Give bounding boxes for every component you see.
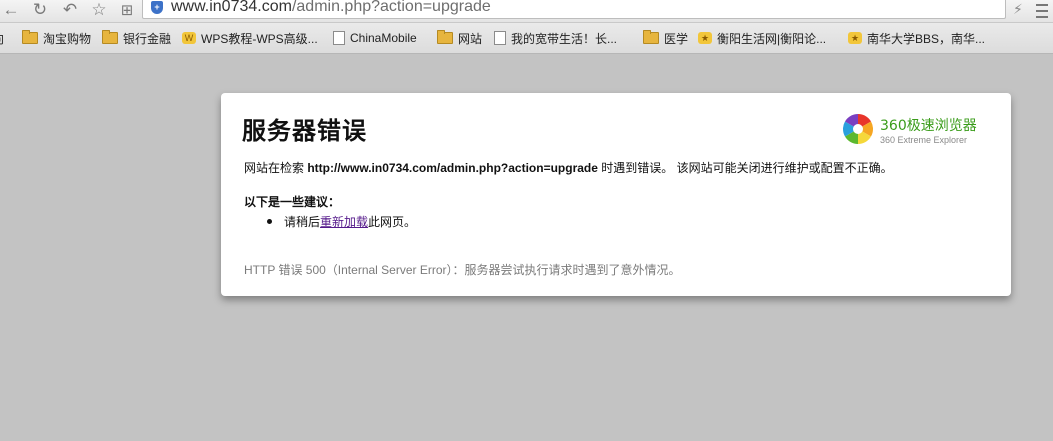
folder-icon (102, 30, 118, 44)
suggestion-item: 请稍后 重新加载 此网页。 (267, 213, 416, 230)
star-icon[interactable]: ☆ (88, 0, 110, 20)
bullet-icon (267, 219, 272, 224)
forum-favicon-icon: ★ (848, 32, 862, 44)
page-icon (494, 31, 506, 45)
suggestions-heading: 以下是一些建议： (244, 195, 341, 209)
bookmark-item[interactable]: 银行金融 (102, 23, 171, 53)
bookmark-label: 我的宽带生活！长... (511, 31, 618, 46)
folder-icon (437, 30, 453, 44)
bookmark-label: ChinaMobile (350, 31, 417, 45)
bookmark-label: WPS教程-WPS高级... (201, 31, 318, 46)
undo-icon[interactable]: ↶ (60, 0, 80, 20)
address-path: /admin.php?action=upgrade (291, 0, 491, 15)
brand-name: 360极速浏览器 (880, 118, 977, 134)
page-title: 服务器错误 (242, 117, 367, 145)
bookmark-label: 银行金融 (123, 31, 172, 46)
address-host: www.in0734.com (171, 0, 292, 15)
brand-subtitle: 360 Extreme Explorer (880, 135, 968, 145)
bookmark-item[interactable]: 淘宝购物 (22, 23, 91, 53)
menu-icon[interactable] (1035, 0, 1049, 20)
grid-icon[interactable]: ⊞ (118, 0, 136, 20)
wps-favicon-icon: W (182, 32, 196, 44)
security-shield-icon: + (151, 1, 163, 14)
error-card: 服务器错误 360极速浏览器 360 Extreme Explorer 网站在检… (221, 93, 1011, 296)
forum-favicon-icon: ★ (698, 32, 712, 44)
bookmark-item[interactable]: 医学 (643, 23, 688, 53)
page-icon (333, 31, 345, 45)
folder-icon (22, 30, 38, 44)
bookmark-item[interactable]: ChinaMobile (333, 23, 417, 53)
error-message-suffix: 时遇到错误。 该网站可能关闭进行维护或配置不正确。 (597, 161, 893, 175)
error-message: 网站在检索 http://www.in0734.com/admin.php?ac… (244, 159, 893, 176)
browser-logo-icon (842, 114, 874, 144)
error-message-prefix: 网站在检索 (244, 161, 308, 175)
bookmark-partial[interactable]: 向 (0, 23, 4, 53)
bookmark-label: 南华大学BBS，南华... (867, 31, 986, 46)
bookmarks-bar: 向 淘宝购物 银行金融 W WPS教程-WPS高级... ChinaMobile… (0, 23, 1053, 54)
bookmark-item[interactable]: 我的宽带生活！长... (494, 23, 617, 53)
error-url: http://www.in0734.com/admin.php?action=u… (307, 161, 598, 175)
bookmark-label: 网站 (458, 31, 483, 46)
bookmark-label: 淘宝购物 (43, 31, 92, 46)
browser-toolbar: ← ↻ ↶ ☆ ⊞ + www.in0734.com/admin.php?act… (0, 0, 1053, 23)
address-bar[interactable]: + www.in0734.com/admin.php?action=upgrad… (142, 0, 1006, 19)
reload-link[interactable]: 重新加载 (320, 213, 368, 230)
back-icon[interactable]: ← (2, 0, 20, 20)
bookmark-item[interactable]: 网站 (437, 23, 482, 53)
browser-brand: 360极速浏览器 360 Extreme Explorer (842, 113, 987, 149)
http-error-code: HTTP 错误 500（Internal Server Error）：服务器尝试… (244, 263, 681, 277)
bookmark-item[interactable]: ★ 南华大学BBS，南华... (848, 23, 985, 53)
folder-icon (643, 30, 659, 44)
bookmark-item[interactable]: W WPS教程-WPS高级... (182, 23, 318, 53)
suggestion-prefix: 请稍后 (284, 215, 321, 229)
address-url: www.in0734.com/admin.php?action=upgrade (171, 0, 491, 16)
bookmark-label: 医学 (664, 31, 689, 46)
bolt-icon[interactable]: ⚡ (1013, 1, 1023, 18)
bookmark-label: 衡阳生活网|衡阳论... (717, 31, 827, 46)
bookmark-item[interactable]: ★ 衡阳生活网|衡阳论... (698, 23, 826, 53)
refresh-icon[interactable]: ↻ (30, 0, 50, 20)
suggestion-suffix: 此网页。 (368, 215, 417, 229)
